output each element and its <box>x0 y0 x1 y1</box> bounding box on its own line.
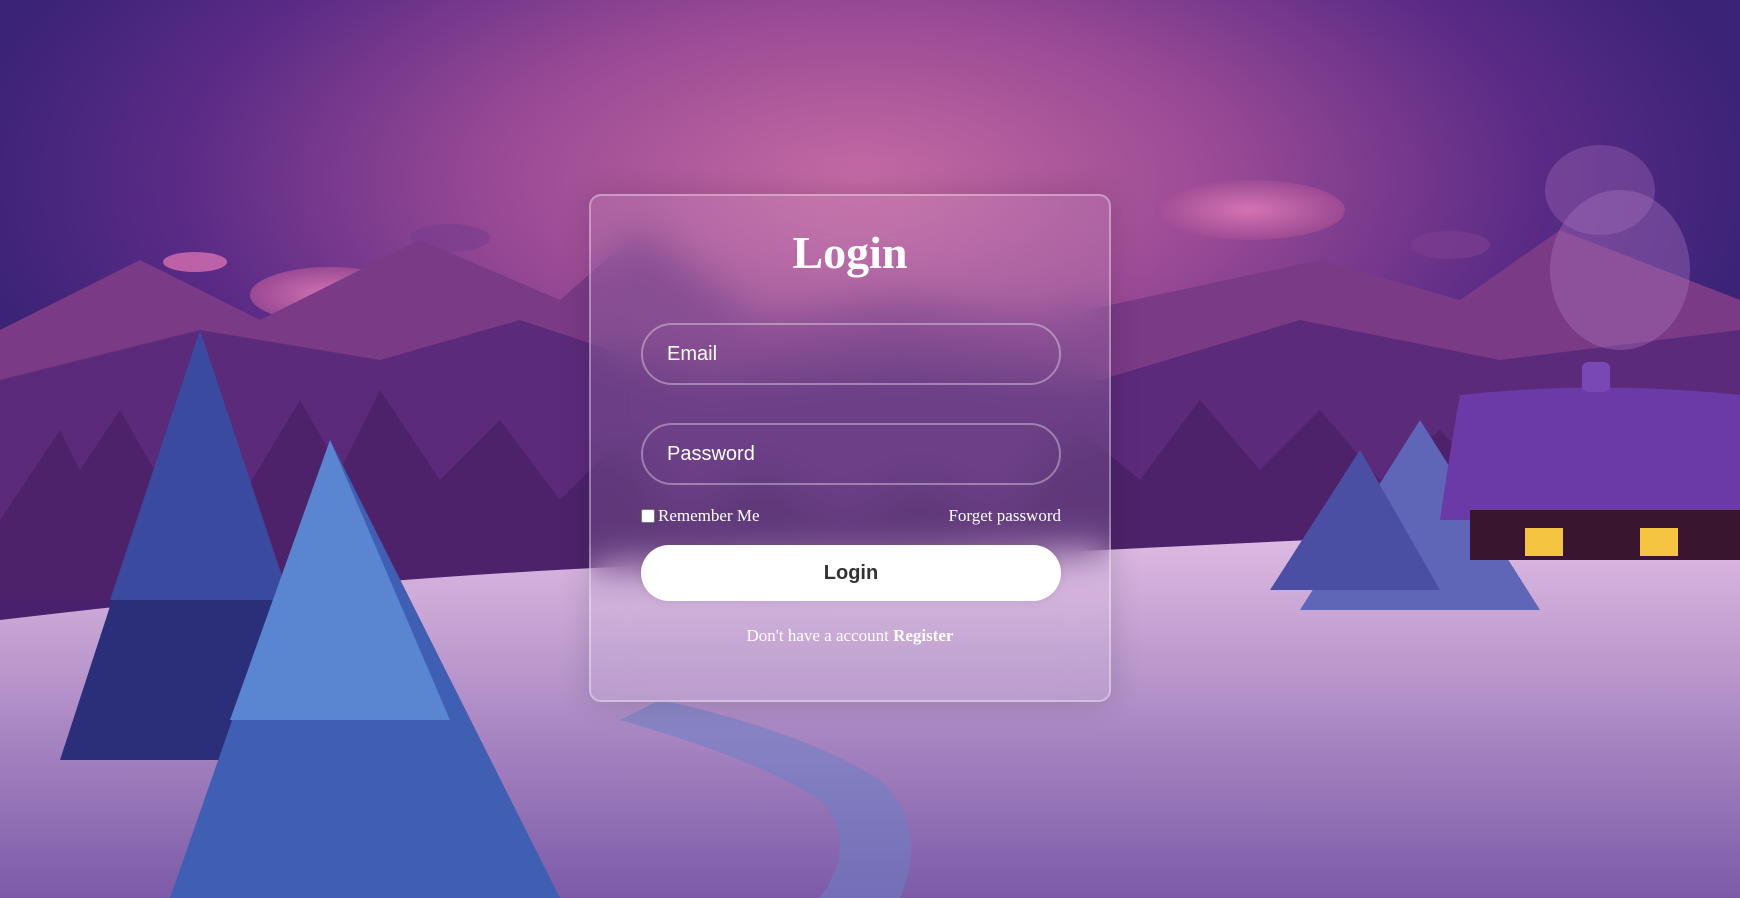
password-input[interactable] <box>643 425 1059 483</box>
login-title: Login <box>792 227 908 278</box>
remember-forget-row: Remember Me Forget password <box>641 504 1061 528</box>
email-input[interactable] <box>643 325 1059 383</box>
password-field-wrapper <box>641 423 1061 485</box>
login-card: Login Remember Me Forget password Login … <box>589 194 1111 702</box>
remember-me-checkbox[interactable] <box>641 509 655 523</box>
register-link[interactable]: Register <box>893 626 953 645</box>
no-account-text: Don't have a account <box>746 626 889 645</box>
remember-me[interactable]: Remember Me <box>641 506 760 526</box>
forget-password-link[interactable]: Forget password <box>948 506 1061 526</box>
email-field-wrapper <box>641 323 1061 385</box>
login-page: Login Remember Me Forget password Login … <box>0 0 1740 898</box>
remember-me-label: Remember Me <box>658 506 760 525</box>
login-button[interactable]: Login <box>641 545 1061 601</box>
register-prompt: Don't have a account Register <box>591 626 1109 646</box>
